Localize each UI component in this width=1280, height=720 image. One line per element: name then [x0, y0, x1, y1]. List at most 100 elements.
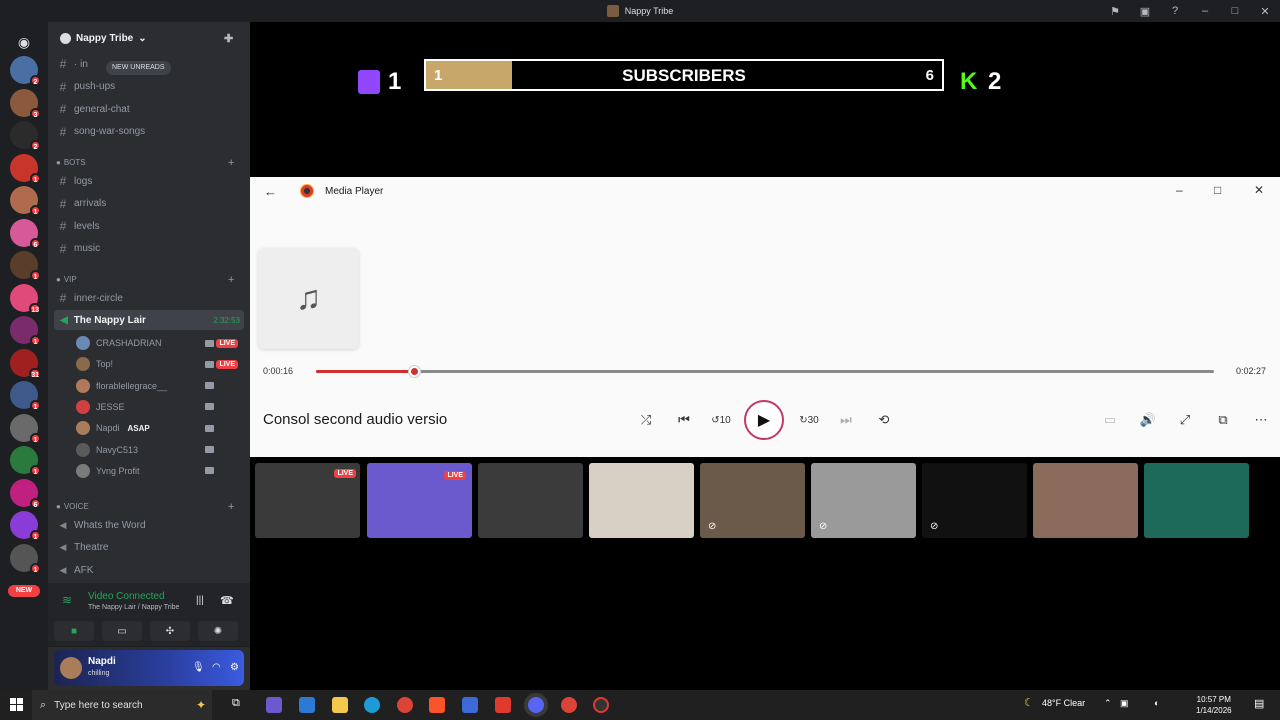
video-tile[interactable]: LIVE [255, 463, 360, 538]
volume-tray-icon[interactable]: ◐ [1154, 698, 1159, 708]
back-arrow-icon[interactable]: ← [264, 184, 277, 199]
weather-text[interactable]: 48°F Clear [1042, 698, 1085, 708]
video-tile[interactable]: ⊘ [700, 463, 805, 538]
minimize-button[interactable]: – [1190, 5, 1220, 17]
server-icon[interactable]: 2 [10, 121, 41, 151]
avatar[interactable] [60, 657, 82, 679]
text-channel[interactable]: # general-chat [56, 99, 244, 119]
server-icon[interactable]: 1 [10, 186, 41, 216]
network-icon[interactable]: ▣ [1120, 698, 1129, 709]
server-icon[interactable]: 3 [10, 88, 41, 119]
discord-home-icon[interactable]: ◉ [10, 28, 38, 56]
user-panel[interactable]: Napdi chilling 🎙 ◠ ⚙ [54, 650, 244, 686]
mp-close-button[interactable]: ✕ [1254, 183, 1264, 197]
voice-user[interactable]: CRASHADRIAN LIVE [76, 333, 244, 353]
text-channel[interactable]: # arrivals [56, 194, 244, 214]
video-tile[interactable] [1144, 463, 1249, 538]
media-player-taskbar-icon[interactable] [593, 697, 609, 713]
voice-user[interactable]: JESSE [76, 397, 244, 417]
voice-channel[interactable]: ◀ Theatre [56, 538, 244, 558]
shuffle-icon[interactable]: ⤮ [636, 412, 656, 428]
task-view-icon[interactable]: ⧉ [232, 697, 248, 713]
media-icon[interactable] [495, 697, 511, 713]
video-tile[interactable]: ⊘ [811, 463, 916, 538]
voice-channel[interactable]: ◀ Whats the Word [56, 515, 244, 535]
text-channel[interactable]: # · in [56, 54, 244, 74]
category-voice[interactable]: ● VOICE + [56, 501, 234, 513]
text-channel[interactable]: # inner-circle [56, 288, 244, 308]
voice-user[interactable]: Napdi ASAP [76, 418, 244, 438]
chrome-profile-icon[interactable] [561, 697, 577, 713]
voice-channel[interactable]: ◀ AFK [56, 560, 244, 580]
video-tile[interactable]: ⊘ [922, 463, 1027, 538]
text-channel[interactable]: # push-ups [56, 77, 244, 97]
category-vip[interactable]: ● VIP + [56, 274, 234, 286]
forward-30-icon[interactable]: ↻30 [799, 415, 819, 426]
mp-maximize-button[interactable]: □ [1214, 183, 1221, 197]
chrome-icon[interactable] [397, 697, 413, 713]
mail-icon[interactable] [299, 697, 315, 713]
server-icon[interactable]: 1 [10, 413, 41, 444]
microphone-icon[interactable]: 🎙 [192, 662, 205, 673]
seek-thumb[interactable] [408, 366, 420, 377]
taskbar-search[interactable]: ⌕ Type here to search ✦ [32, 690, 212, 720]
add-member-icon[interactable]: ✚ [224, 32, 233, 45]
windows-start-icon[interactable] [10, 698, 23, 711]
system-clock[interactable]: 10:57 PM 1/14/2026 [1196, 694, 1232, 716]
video-tile[interactable] [1033, 463, 1138, 538]
voice-location[interactable]: The Nappy Lair / Nappy Tribe [88, 604, 179, 611]
close-button[interactable]: ✕ [1250, 5, 1280, 18]
server-icon[interactable]: 1 [10, 153, 41, 184]
volume-icon[interactable]: 🔊 [1138, 412, 1158, 428]
add-channel-icon[interactable]: + [228, 157, 234, 169]
app-icon[interactable] [462, 697, 478, 713]
inbox-icon[interactable]: ▣ [1130, 5, 1160, 18]
edge-icon[interactable] [364, 697, 380, 713]
captions-icon[interactable]: ▭ [1100, 412, 1120, 428]
camera-button[interactable]: ■ [54, 621, 94, 641]
text-channel[interactable]: # levels [56, 216, 244, 236]
voice-channel-active[interactable]: ◀ The Nappy Lair 2:32:53 [54, 310, 244, 330]
chevron-up-icon[interactable]: ⌃ [1104, 698, 1112, 709]
text-channel[interactable]: # song-war-songs [56, 122, 244, 142]
more-options-icon[interactable]: ⋯ [1251, 412, 1271, 428]
mp-minimize-button[interactable]: – [1176, 183, 1183, 197]
settings-gear-icon[interactable]: ⚙ [230, 662, 239, 673]
seek-bar[interactable] [316, 366, 1214, 377]
voice-user[interactable]: Top! LIVE [76, 354, 244, 374]
video-tile[interactable] [478, 463, 583, 538]
voice-user[interactable]: Yvng Profit [76, 461, 244, 481]
guild-header[interactable]: Nappy Tribe ⌄ ✚ [48, 22, 250, 54]
activities-button[interactable]: ✣ [150, 621, 190, 641]
voice-user[interactable]: florablellegrace__ [76, 376, 244, 396]
new-unreads-badge[interactable]: NEW [8, 585, 40, 597]
flag-icon[interactable]: ⚑ [1100, 5, 1130, 18]
voice-user[interactable]: NavyC513 [76, 440, 244, 460]
server-icon[interactable]: 13 [10, 283, 41, 314]
previous-icon[interactable]: ⏮ [674, 412, 694, 428]
add-channel-icon[interactable]: + [228, 501, 234, 513]
repeat-icon[interactable]: ⟲ [874, 412, 894, 428]
brave-icon[interactable] [429, 697, 445, 713]
screen-share-button[interactable]: ▭ [102, 621, 142, 641]
help-icon[interactable]: ? [1160, 5, 1190, 17]
headphones-icon[interactable]: ◠ [212, 662, 221, 673]
play-button[interactable]: ▶ [744, 400, 784, 440]
server-icon[interactable]: 1 [10, 381, 41, 411]
add-channel-icon[interactable]: + [228, 274, 234, 286]
next-icon[interactable]: ⏭ [836, 412, 856, 428]
server-icon[interactable]: 6 [10, 218, 41, 249]
server-icon[interactable]: 2 [10, 56, 41, 86]
maximize-button[interactable]: □ [1220, 5, 1250, 17]
server-icon[interactable]: 1 [10, 316, 41, 346]
server-icon[interactable]: 1 [10, 543, 41, 574]
soundboard-button[interactable]: ✺ [198, 621, 238, 641]
disconnect-icon[interactable]: ☎ [220, 594, 234, 607]
mini-player-icon[interactable]: ⧉ [1213, 412, 1233, 428]
fullscreen-icon[interactable]: ⤢ [1175, 412, 1195, 428]
notifications-icon[interactable]: ▤ [1254, 697, 1264, 710]
text-channel[interactable]: # music [56, 239, 244, 259]
text-channel[interactable]: # logs [56, 171, 244, 191]
server-icon[interactable]: 6 [10, 478, 41, 509]
copilot-icon[interactable]: ✦ [196, 698, 206, 712]
